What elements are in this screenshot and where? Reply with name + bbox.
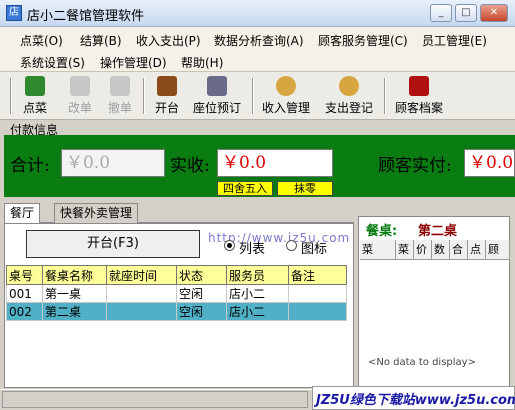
modify-order-button[interactable]: 改单 bbox=[62, 76, 98, 116]
cell-waiter: 店小二 bbox=[226, 284, 289, 303]
order-col-qty[interactable]: 数 bbox=[432, 240, 450, 259]
current-desk-label: 餐桌: bbox=[366, 224, 398, 239]
table-row[interactable]: 001 第一桌 空闲 店小二 bbox=[6, 284, 347, 303]
cell-seat-time bbox=[106, 302, 177, 321]
tab-restaurant[interactable]: 餐厅 bbox=[4, 203, 41, 223]
toolbar-separator bbox=[384, 78, 386, 114]
menu-operations[interactable]: 操作管理(D) bbox=[100, 54, 167, 71]
pencil-icon bbox=[70, 76, 90, 96]
status-panel bbox=[2, 391, 308, 408]
cell-remark bbox=[288, 302, 347, 321]
expense-register-button[interactable]: 支出登记 bbox=[322, 76, 376, 116]
cell-remark bbox=[288, 284, 347, 303]
tab-strip: 餐厅 快餐外卖管理 bbox=[4, 203, 354, 223]
customer-paid-label: 顾客实付: bbox=[378, 156, 452, 176]
close-button[interactable]: ✕ bbox=[480, 4, 508, 22]
cell-waiter: 店小二 bbox=[226, 302, 289, 321]
book-icon bbox=[409, 76, 429, 96]
order-grid-header: 菜 菜 价 数 合 点 顾 bbox=[360, 240, 510, 260]
order-col-price[interactable]: 价 bbox=[414, 240, 432, 259]
minimize-button[interactable]: _ bbox=[430, 4, 452, 22]
toolbar: 点菜 改单 撤单 开台 座位预订 收入管理 支出登记 顾客档案 bbox=[0, 72, 515, 120]
phone-icon bbox=[207, 76, 227, 96]
open-desk-button[interactable]: 开台(F3) bbox=[26, 230, 200, 258]
menu-settings[interactable]: 系统设置(S) bbox=[20, 54, 85, 71]
menu-bar: 点菜(O) 结算(B) 收入支出(P) 数据分析查询(A) 顾客服务管理(C) … bbox=[0, 27, 515, 72]
menu-income-expense[interactable]: 收入支出(P) bbox=[136, 32, 201, 49]
total-field: ￥0.0 bbox=[61, 149, 165, 177]
order-col-dish-name[interactable]: 菜 bbox=[396, 240, 414, 259]
round-off-button[interactable]: 四舍五入 bbox=[217, 181, 273, 196]
cell-desk-name: 第二桌 bbox=[42, 302, 107, 321]
tab-takeout[interactable]: 快餐外卖管理 bbox=[54, 203, 139, 223]
col-desk-name[interactable]: 餐桌名称 bbox=[42, 265, 107, 285]
menu-help[interactable]: 帮助(H) bbox=[181, 54, 223, 71]
current-desk-value: 第二桌 bbox=[418, 224, 458, 239]
table-header-row: 桌号 餐桌名称 就座时间 状态 服务员 备注 bbox=[6, 265, 347, 285]
app-icon: 店 bbox=[6, 5, 22, 21]
menu-customer-service[interactable]: 顾客服务管理(C) bbox=[318, 32, 408, 49]
cell-desk-no: 001 bbox=[6, 284, 43, 303]
cell-desk-name: 第一桌 bbox=[42, 284, 107, 303]
table-row-selected[interactable]: 002 第二桌 空闲 店小二 bbox=[6, 302, 347, 321]
icon-view-label: 图标 bbox=[301, 242, 328, 257]
cancel-order-button[interactable]: 撤单 bbox=[102, 76, 138, 116]
eraser-icon bbox=[110, 76, 130, 96]
cell-status: 空闲 bbox=[176, 284, 227, 303]
col-waiter[interactable]: 服务员 bbox=[226, 265, 289, 285]
order-button[interactable]: 点菜 bbox=[16, 76, 54, 116]
col-desk-no[interactable]: 桌号 bbox=[6, 265, 43, 285]
watermark-text: JZ5U绿色下载站www.jz5u.com bbox=[316, 393, 515, 408]
total-label: 合计: bbox=[10, 156, 50, 176]
menu-analysis[interactable]: 数据分析查询(A) bbox=[214, 32, 304, 49]
received-field[interactable]: ￥0.0 bbox=[217, 149, 333, 177]
no-data-message: <No data to display> bbox=[368, 357, 476, 368]
order-col-customer[interactable]: 顾 bbox=[486, 240, 510, 259]
moneybag-icon bbox=[339, 76, 359, 96]
menu-order[interactable]: 点菜(O) bbox=[20, 32, 63, 49]
list-view-label: 列表 bbox=[239, 242, 266, 257]
customer-paid-field[interactable]: ￥0.0 bbox=[464, 149, 515, 177]
menu-checkout[interactable]: 结算(B) bbox=[80, 32, 122, 49]
received-label: 实收: bbox=[170, 156, 210, 176]
col-remark[interactable]: 备注 bbox=[288, 265, 347, 285]
order-col-ordered[interactable]: 点 bbox=[468, 240, 486, 259]
toolbar-separator bbox=[143, 78, 145, 114]
open-table-button[interactable]: 开台 bbox=[150, 76, 184, 116]
remove-change-button[interactable]: 抹零 bbox=[277, 181, 333, 196]
col-seat-time[interactable]: 就座时间 bbox=[106, 265, 177, 285]
reservation-button[interactable]: 座位预订 bbox=[190, 76, 244, 116]
col-status[interactable]: 状态 bbox=[176, 265, 227, 285]
maximize-button[interactable]: □ bbox=[455, 4, 477, 22]
customer-archive-button[interactable]: 顾客档案 bbox=[392, 76, 446, 116]
table-icon bbox=[157, 76, 177, 96]
toolbar-grip bbox=[10, 78, 12, 114]
cell-desk-no: 002 bbox=[6, 302, 43, 321]
toolbar-separator bbox=[252, 78, 254, 114]
cell-seat-time bbox=[106, 284, 177, 303]
cell-status: 空闲 bbox=[176, 302, 227, 321]
list-view-radio[interactable] bbox=[224, 240, 235, 251]
icon-view-radio[interactable] bbox=[286, 240, 297, 251]
moneybag-icon bbox=[276, 76, 296, 96]
order-col-dish[interactable]: 菜 bbox=[360, 240, 396, 259]
income-management-button[interactable]: 收入管理 bbox=[259, 76, 313, 116]
table-grid: 桌号 餐桌名称 就座时间 状态 服务员 备注 001 第一桌 空闲 店小二 00… bbox=[6, 265, 354, 321]
payment-panel: 合计: ￥0.0 实收: ￥0.0 四舍五入 抹零 顾客实付: ￥0.0 bbox=[4, 135, 515, 197]
order-col-sum[interactable]: 合 bbox=[450, 240, 468, 259]
window-title: 店小二餐馆管理软件 bbox=[27, 9, 145, 24]
leaf-icon bbox=[25, 76, 45, 96]
menu-staff[interactable]: 员工管理(E) bbox=[422, 32, 487, 49]
